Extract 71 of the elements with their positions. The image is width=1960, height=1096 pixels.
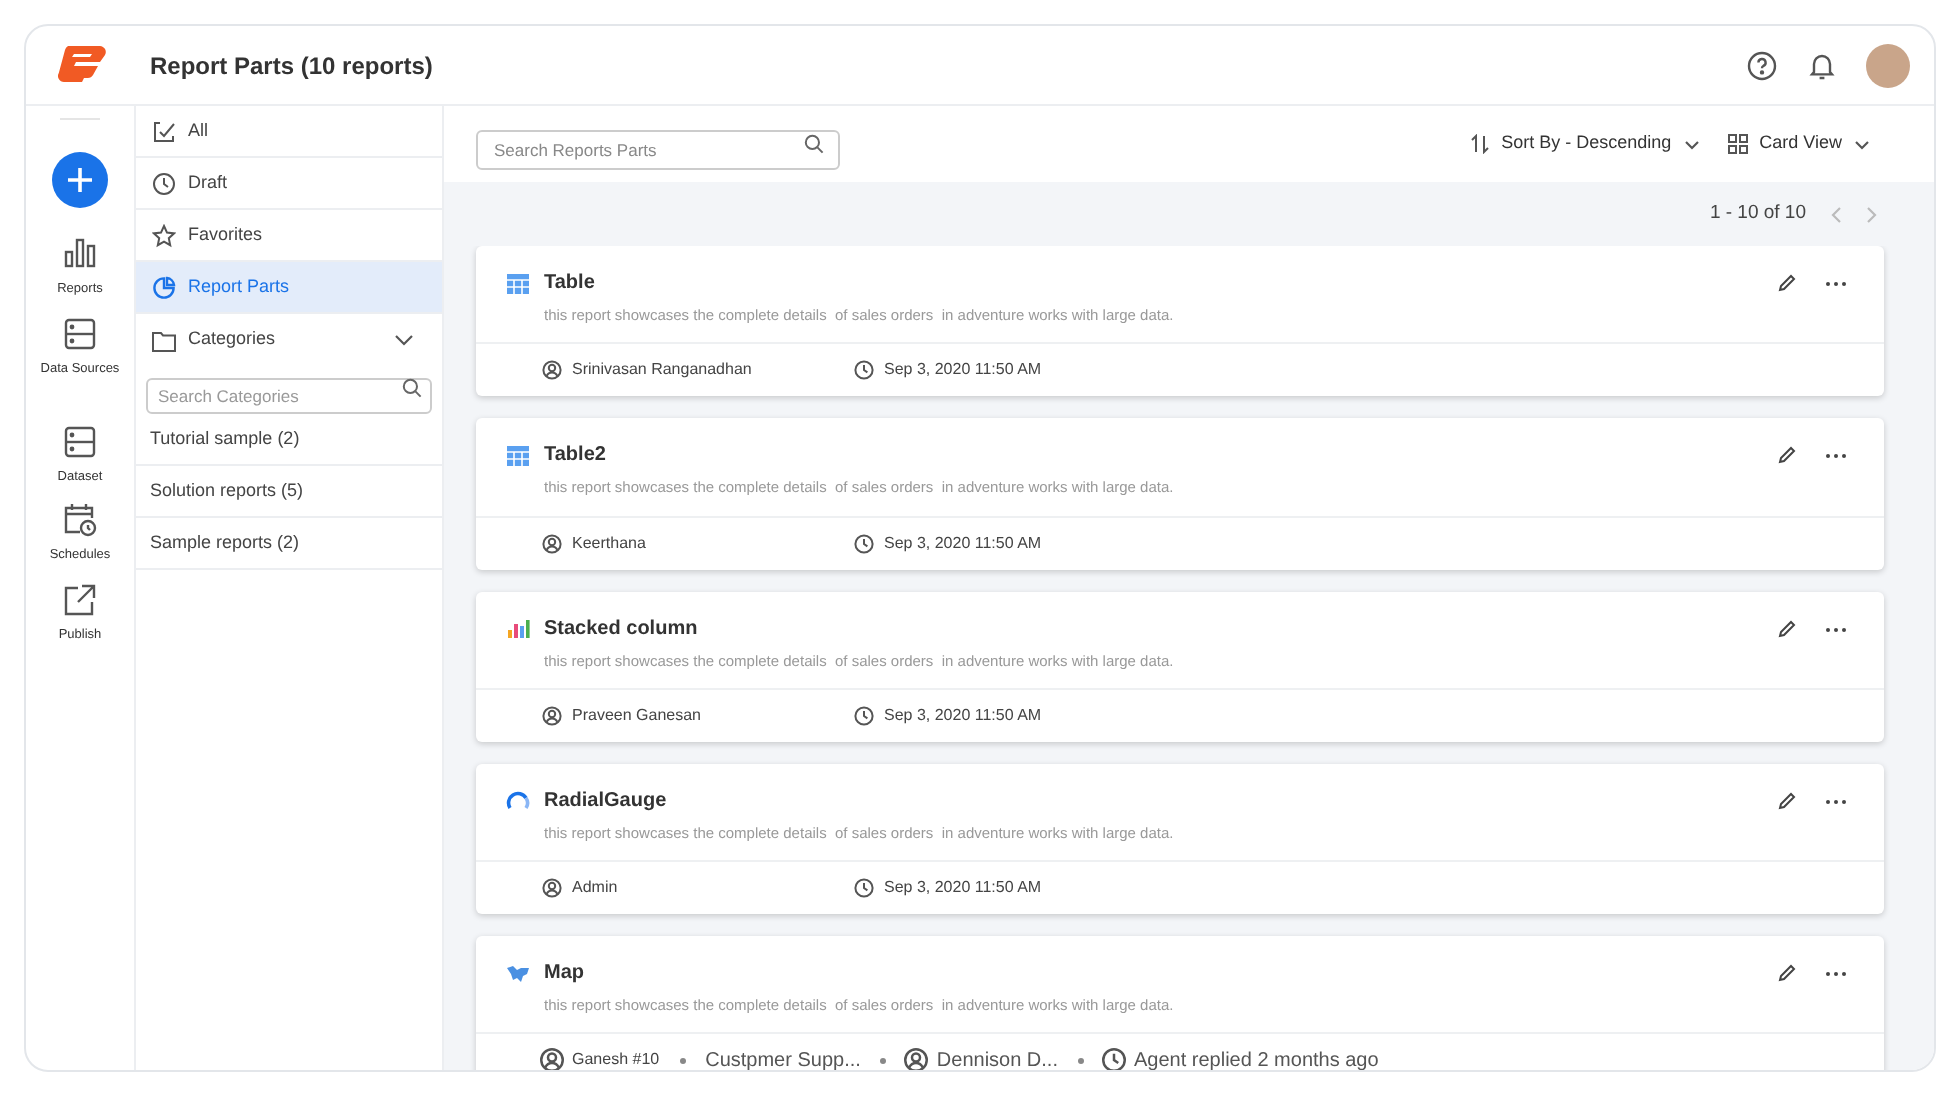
meta-text: Admin	[572, 876, 618, 900]
table-icon	[506, 271, 530, 295]
card-title: RadialGauge	[544, 787, 667, 816]
report-search-field[interactable]: Search Reports Parts	[476, 130, 840, 170]
checkbox-icon	[152, 119, 176, 143]
user-icon	[542, 360, 562, 381]
meta-text: Ganesh #10	[572, 1048, 660, 1070]
star-icon	[152, 223, 176, 247]
category-item[interactable]: Tutorial sample (2)	[136, 414, 442, 466]
card-title: Stacked column	[544, 615, 698, 643]
pagination-label: 1 - 10 of 10	[1709, 199, 1806, 228]
meta-text: Sep 3, 2020 11:50 AM	[884, 531, 1042, 555]
bar-chart-icon	[506, 616, 530, 640]
sort-icon	[1469, 134, 1490, 154]
edit-icon[interactable]	[1776, 619, 1796, 639]
world-map-icon	[506, 961, 530, 985]
database-icon	[62, 315, 98, 352]
clock-icon	[1101, 1048, 1127, 1070]
user-icon	[539, 1048, 565, 1070]
pie-chart-icon	[152, 275, 176, 299]
sort-dropdown[interactable]: Sort By - Descending	[1469, 130, 1700, 158]
clock-icon	[854, 878, 874, 898]
calendar-clock-icon	[62, 502, 98, 539]
user-icon	[904, 1048, 930, 1070]
meta-text: Praveen Ganesan	[572, 703, 701, 728]
card-title: Table2	[544, 442, 606, 471]
search-icon	[402, 378, 422, 398]
category-item[interactable]: Sample reports (2)	[136, 518, 442, 570]
edit-icon[interactable]	[1776, 791, 1796, 812]
caret-icon	[1683, 139, 1700, 149]
logo-icon	[55, 43, 107, 87]
edit-icon[interactable]	[1776, 274, 1796, 294]
table-icon	[506, 443, 530, 468]
category-item[interactable]: Solution reports (5)	[136, 466, 442, 518]
categories-header[interactable]: Categories	[136, 314, 442, 366]
edit-icon[interactable]	[1776, 964, 1796, 984]
grid-icon	[1727, 134, 1748, 154]
external-link-icon	[62, 582, 98, 618]
meta-text: Agent replied 2 months ago	[1134, 1047, 1379, 1070]
meta-text: Sep 3, 2020 11:50 AM	[884, 358, 1042, 383]
nav-item[interactable]: Report Parts	[136, 262, 442, 314]
bell-icon[interactable]	[1806, 49, 1838, 81]
clock-icon	[854, 533, 874, 553]
bar-chart-icon	[62, 236, 98, 272]
plus-icon	[66, 166, 94, 194]
card-title: Table	[544, 270, 595, 298]
clock-icon	[854, 705, 874, 726]
clock-icon	[152, 171, 176, 195]
help-icon[interactable]	[1746, 49, 1778, 81]
meta-text: Sep 3, 2020 11:50 AM	[884, 876, 1042, 900]
meta-text: Dennison D...	[936, 1047, 1058, 1070]
page-title: Report Parts (10 reports)	[150, 49, 433, 83]
user-icon	[542, 878, 562, 898]
add-button[interactable]	[52, 152, 108, 208]
meta-text: Custpmer Supp...	[705, 1047, 861, 1070]
card-title: Map	[544, 960, 584, 988]
categories-label: Categories	[188, 326, 276, 353]
caret-icon	[1854, 139, 1870, 149]
meta-text: Sep 3, 2020 11:50 AM	[884, 703, 1042, 728]
gauge-icon	[506, 788, 530, 813]
user-icon	[542, 705, 562, 726]
edit-icon[interactable]	[1776, 446, 1796, 467]
search-icon	[804, 134, 824, 154]
user-icon	[542, 533, 562, 553]
category-search-field[interactable]: Search Categories	[146, 378, 432, 414]
folder-icon	[152, 329, 176, 351]
meta-text: Srinivasan Ranganadhan	[572, 358, 752, 383]
meta-text: Keerthana	[572, 531, 646, 555]
database-icon	[62, 423, 98, 459]
view-dropdown[interactable]: Card View	[1727, 130, 1870, 158]
clock-icon	[854, 360, 874, 381]
